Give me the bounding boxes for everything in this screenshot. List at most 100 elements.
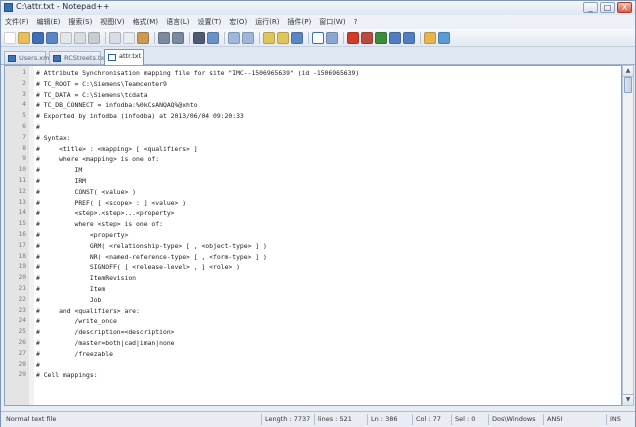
menu-plugins[interactable]: 插件(P) [284, 17, 316, 27]
line-text: # /write_once [36, 317, 117, 326]
status-insert-mode: INS [606, 414, 633, 425]
zoom-out-icon[interactable] [242, 31, 254, 44]
toolbar-separator [154, 31, 155, 44]
document-icon [8, 55, 16, 62]
menu-edit[interactable]: 编辑(E) [33, 17, 65, 27]
line-text: # PREF( [ <scope> : ] <value> ) [36, 198, 187, 207]
record-macro-icon[interactable] [347, 31, 359, 44]
line-number: 13 [18, 198, 26, 206]
line-number: 19 [18, 263, 26, 271]
indent-guide-icon[interactable] [326, 31, 338, 44]
line-number: 10 [18, 166, 26, 174]
menu-file[interactable]: 文件(F) [1, 17, 33, 27]
document-icon [53, 55, 61, 62]
toolbar [1, 29, 635, 47]
toolbar-separator [189, 31, 190, 44]
copy-icon[interactable] [123, 31, 135, 44]
run-icon[interactable] [424, 31, 436, 44]
find-icon[interactable] [193, 31, 205, 44]
close-button[interactable]: X [617, 2, 632, 13]
line-number: 20 [18, 274, 26, 282]
window-controls: _ □ X [583, 2, 632, 13]
open-file-icon[interactable] [18, 31, 30, 44]
menu-macro[interactable]: 宏(O) [225, 17, 251, 27]
line-text: # Exported by infodba (infodba) at 2013/… [36, 112, 244, 121]
play-macro-icon[interactable] [375, 31, 387, 44]
cut-icon[interactable] [109, 31, 121, 44]
save-icon[interactable] [32, 31, 44, 44]
line-number: 29 [18, 371, 26, 379]
line-number: 4 [22, 101, 26, 109]
line-text: # TC_DATA = C:\Siemens\tcdata [36, 90, 148, 99]
redo-icon[interactable] [172, 31, 184, 44]
status-ln: Ln : 386 [367, 414, 411, 425]
vertical-scrollbar[interactable]: ▲ ▼ [622, 65, 634, 406]
undo-icon[interactable] [158, 31, 170, 44]
editor-area[interactable]: 1 # Attribute Synchronisation mapping fil… [4, 65, 622, 406]
menu-help[interactable]: ? [350, 18, 362, 26]
window-title: C:\attr.txt - Notepad++ [16, 2, 110, 11]
line-text: # where <mapping> is one of: [36, 155, 160, 164]
line-text: # CONST( <value> ) [36, 187, 137, 196]
scroll-thumb[interactable] [624, 77, 632, 93]
tab-attr-txt[interactable]: attr.txt [104, 49, 144, 65]
print-icon[interactable] [88, 31, 100, 44]
tab-rcstreets-txt[interactable]: RCStreets.txt [49, 51, 107, 64]
word-wrap-icon[interactable] [291, 31, 303, 44]
close-all-icon[interactable] [74, 31, 86, 44]
show-all-chars-icon[interactable] [312, 31, 324, 44]
line-text: # and <qualifiers> are: [36, 306, 140, 315]
spellcheck-icon[interactable] [438, 31, 450, 44]
line-text: # Attribute Synchronisation mapping file… [36, 69, 360, 77]
line-number: 12 [18, 187, 26, 195]
status-lines: lines : 521 [314, 414, 366, 425]
menu-view[interactable]: 视图(V) [96, 17, 128, 27]
toolbar-separator [105, 31, 106, 44]
line-number: 1 [22, 69, 26, 76]
replace-icon[interactable] [207, 31, 219, 44]
line-text: # <property> [36, 230, 129, 239]
line-number: 27 [18, 349, 26, 357]
minimize-button[interactable]: _ [583, 2, 598, 13]
save-macro-icon[interactable] [403, 31, 415, 44]
line-text: # IRM [36, 176, 87, 185]
tab-label: attr.txt [119, 52, 142, 60]
line-text: # ItemRevision [36, 274, 137, 283]
menu-settings[interactable]: 设置(T) [193, 17, 225, 27]
line-text: # TC_DB_CONNECT = infodba:%0kCsANQAQ%@xh… [36, 101, 198, 110]
status-col: Col : 77 [412, 414, 450, 425]
line-text: # where <step> is one of: [36, 220, 163, 229]
save-all-icon[interactable] [46, 31, 58, 44]
menu-run[interactable]: 运行(R) [251, 17, 283, 27]
scroll-down-icon[interactable]: ▼ [623, 394, 633, 405]
zoom-in-icon[interactable] [228, 31, 240, 44]
line-number: 25 [18, 328, 26, 336]
new-file-icon[interactable] [4, 31, 16, 44]
notepadpp-icon [4, 3, 13, 12]
line-text: # NR( <named-reference-type> [ , <form-t… [36, 252, 267, 261]
sync-v-icon[interactable] [263, 31, 275, 44]
sync-h-icon[interactable] [277, 31, 289, 44]
menu-search[interactable]: 搜索(S) [64, 17, 96, 27]
menu-language[interactable]: 语言(L) [162, 17, 193, 27]
line-number: 16 [18, 230, 26, 238]
fold-margin[interactable] [29, 66, 34, 405]
line-number: 28 [18, 360, 26, 368]
paste-icon[interactable] [137, 31, 149, 44]
tab-users-xml[interactable]: Users.xml [4, 51, 51, 64]
menu-format[interactable]: 格式(M) [129, 17, 163, 27]
line-text: # <step>.<step>...<property> [36, 209, 175, 218]
stop-macro-icon[interactable] [361, 31, 373, 44]
scroll-up-icon[interactable]: ▲ [623, 66, 633, 77]
menu-bar: 文件(F) 编辑(E) 搜索(S) 视图(V) 格式(M) 语言(L) 设置(T… [1, 15, 635, 29]
line-text: # Syntax: [36, 133, 71, 142]
maximize-button[interactable]: □ [600, 2, 615, 13]
toolbar-separator [224, 31, 225, 44]
menu-window[interactable]: 窗口(W) [315, 17, 349, 27]
title-bar[interactable]: C:\attr.txt - Notepad++ _ □ X [1, 1, 635, 15]
toolbar-separator [343, 31, 344, 44]
line-number: 8 [22, 144, 26, 152]
line-number: 2 [22, 79, 26, 87]
play-macro-multi-icon[interactable] [389, 31, 401, 44]
close-icon[interactable] [60, 31, 72, 44]
